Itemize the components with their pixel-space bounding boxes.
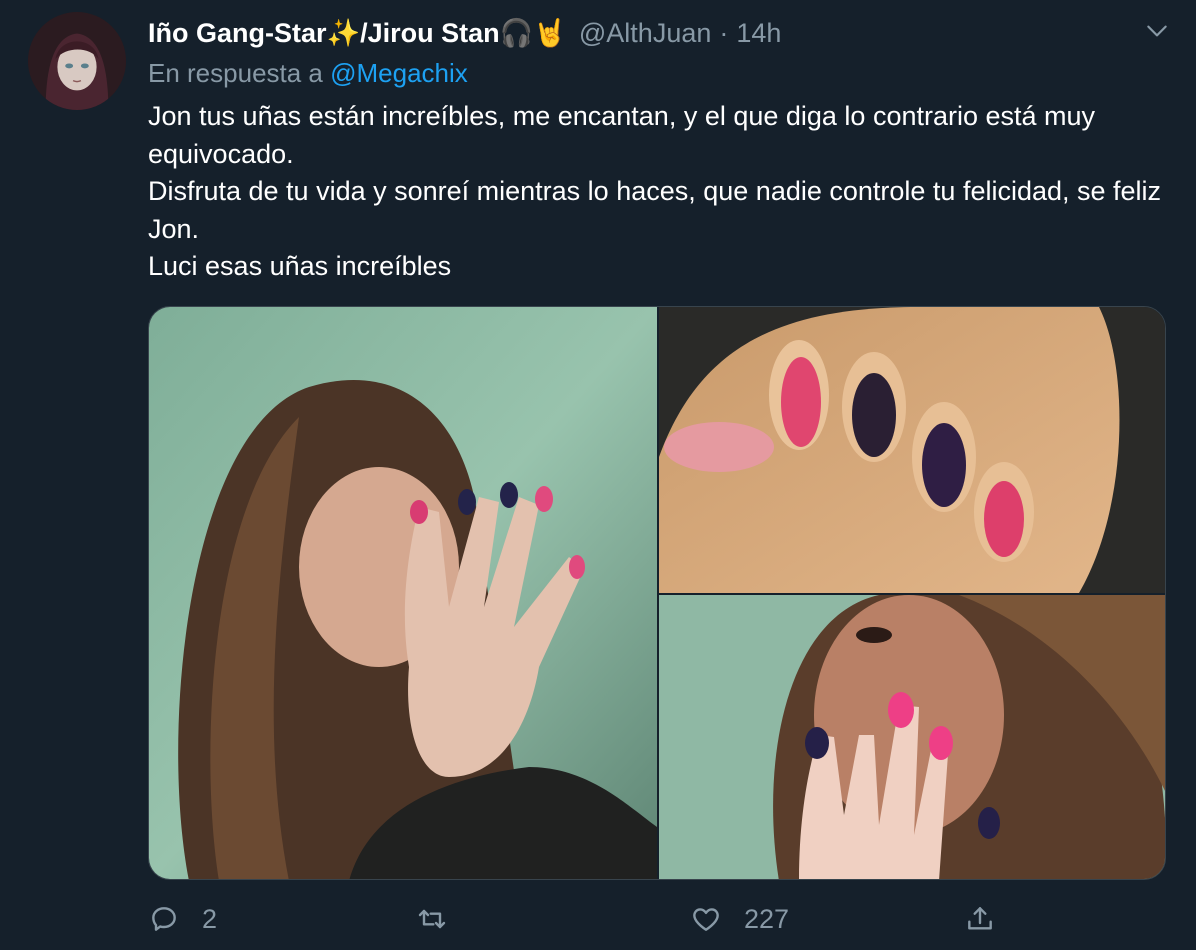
tweet-text: Jon tus uñas están increíbles, me encant… — [148, 98, 1178, 286]
reply-icon — [152, 907, 176, 931]
media-photo-3[interactable] — [659, 595, 1165, 879]
heart-icon — [693, 908, 719, 931]
tweet-text-line: Luci esas uñas increíbles — [148, 251, 452, 281]
share-button[interactable] — [964, 894, 1018, 944]
separator-dot: · — [719, 17, 729, 48]
reply-mention-link[interactable]: @Megachix — [330, 58, 468, 88]
avatar-image — [28, 12, 126, 110]
tweet-header: Iño Gang-Star✨/Jirou Stan🎧🤘 @AlthJuan · … — [148, 14, 1156, 52]
like-count: 227 — [744, 903, 790, 934]
author-display-name[interactable]: Iño Gang-Star✨/Jirou Stan🎧🤘 — [148, 17, 567, 49]
reply-context: En respuesta a @Megachix — [148, 58, 468, 89]
retweet-button[interactable] — [416, 894, 470, 944]
tweet-timestamp[interactable]: 14h — [736, 18, 781, 49]
chevron-down-icon[interactable] — [1144, 18, 1170, 44]
reply-button[interactable]: 2 — [148, 894, 217, 944]
share-icon — [968, 907, 992, 930]
author-handle[interactable]: @AlthJuan — [579, 18, 711, 49]
reply-count: 2 — [202, 903, 218, 934]
media-grid — [148, 306, 1166, 880]
like-button[interactable]: 227 — [690, 894, 789, 944]
tweet-text-line: Disfruta de tu vida y sonreí mientras lo… — [148, 176, 1162, 244]
avatar[interactable] — [28, 12, 126, 110]
tweet-actions: 2 227 — [148, 894, 1166, 944]
media-photo-2[interactable] — [659, 307, 1165, 593]
media-photo-1[interactable] — [149, 307, 657, 879]
tweet[interactable]: Iño Gang-Star✨/Jirou Stan🎧🤘 @AlthJuan · … — [0, 0, 1196, 950]
tweet-text-line: Jon tus uñas están increíbles, me encant… — [148, 101, 1096, 169]
retweet-icon — [418, 909, 446, 929]
reply-prefix: En respuesta a — [148, 58, 323, 88]
